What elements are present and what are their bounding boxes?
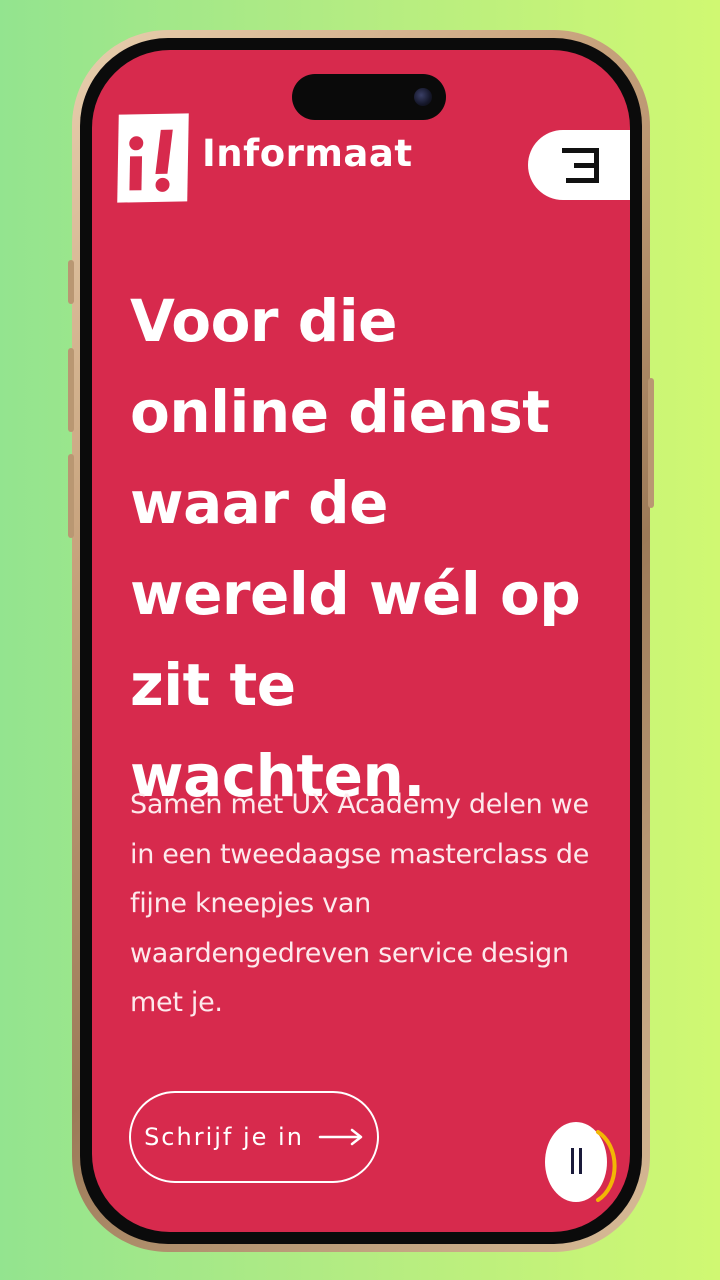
signup-button[interactable]: Schrijf je in <box>129 1091 379 1183</box>
dynamic-island <box>292 74 446 120</box>
screen: Informaat Voor die online dienst waar de… <box>92 50 630 1232</box>
hero-intro: Samen met UX Academy delen we in een twe… <box>130 789 590 1018</box>
progress-ring <box>596 1130 617 1202</box>
brand-name[interactable]: Informaat <box>202 132 413 175</box>
phone-power-button <box>648 378 654 508</box>
phone-volume-up-button <box>68 348 74 432</box>
arrow-right-icon <box>318 1128 363 1146</box>
phone-volume-down-button <box>68 454 74 538</box>
hero-headline: Voor die online dienst waar de wereld wé… <box>130 287 581 810</box>
menu-button[interactable] <box>528 130 630 200</box>
phone-bezel: Informaat Voor die online dienst waar de… <box>80 38 642 1244</box>
logo-mark[interactable] <box>117 113 189 203</box>
phone-frame: Informaat Voor die online dienst waar de… <box>68 30 654 1252</box>
camera-icon <box>414 88 432 106</box>
signup-button-label: Schrijf je in <box>144 1123 304 1151</box>
phone-action-button <box>68 260 74 304</box>
